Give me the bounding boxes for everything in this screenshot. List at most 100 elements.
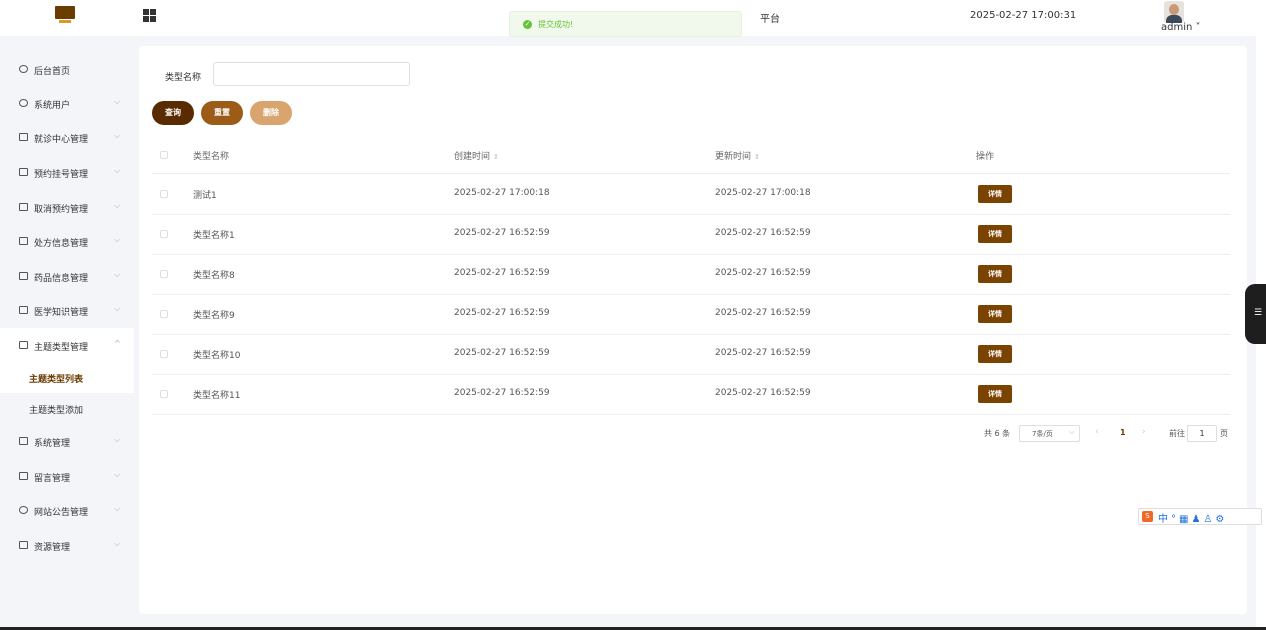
cell-updated: 2025-02-27 16:52:59	[715, 268, 811, 278]
pagination-total: 共 6 条	[984, 429, 1011, 438]
sidebar-item-label: 后台首页	[34, 67, 71, 77]
sidebar-item-label: 资源管理	[34, 543, 71, 553]
column-header-created[interactable]: 创建时间 ⇕	[454, 149, 499, 162]
detail-button[interactable]: 详情	[978, 265, 1012, 283]
reset-button[interactable]: 重置	[201, 101, 243, 125]
cell-type-name: 类型名称10	[193, 351, 241, 361]
goto-page-input[interactable]: 1	[1187, 425, 1217, 442]
cell-type-name: 类型名称8	[193, 271, 235, 281]
table-row: 类型名称8 2025-02-27 16:52:59 2025-02-27 16:…	[152, 254, 1230, 295]
detail-button[interactable]: 详情	[978, 345, 1012, 363]
page-size-value: 7条/页	[1032, 430, 1053, 438]
table-header: 类型名称 创建时间 ⇕ 更新时间 ⇕ 操作	[152, 136, 1230, 174]
chevron-down-icon: ⌵	[114, 201, 121, 210]
table-row: 类型名称1 2025-02-27 16:52:59 2025-02-27 16:…	[152, 214, 1230, 255]
sidebar-subitem-label: 主题类型添加	[29, 406, 84, 416]
user-icon	[19, 99, 28, 107]
sidebar-item-announcements[interactable]: 网站公告管理 ⌵	[0, 493, 134, 527]
box-icon	[19, 472, 28, 480]
row-checkbox[interactable]	[160, 350, 168, 358]
delete-button[interactable]: 删除	[250, 101, 292, 125]
page-size-select[interactable]: 7条/页 ⌵	[1019, 425, 1080, 442]
sidebar-item-system-management[interactable]: 系统管理 ⌵	[0, 424, 134, 458]
folder-icon	[19, 133, 28, 141]
sidebar-subitem-topic-type-list[interactable]: 主题类型列表	[0, 362, 134, 393]
cell-updated: 2025-02-27 16:52:59	[715, 348, 811, 358]
cell-updated: 2025-02-27 16:52:59	[715, 388, 811, 398]
detail-button[interactable]: 详情	[978, 185, 1012, 203]
chevron-down-icon: ⌵	[114, 270, 121, 279]
sidebar-item-topic-type[interactable]: 主题类型管理 ^	[0, 328, 134, 362]
sidebar-subitem-topic-type-add[interactable]: 主题类型添加	[0, 393, 134, 424]
chevron-down-icon: ⌵	[114, 131, 121, 140]
sidebar-item-medical-knowledge[interactable]: 医学知识管理 ⌵	[0, 293, 134, 327]
menu-grid-icon[interactable]	[143, 9, 156, 22]
sidebar-item-resources[interactable]: 资源管理 ⌵	[0, 528, 134, 562]
sidebar-item-appointment[interactable]: 预约挂号管理 ⌵	[0, 155, 134, 189]
ime-tools-icons: 中°▦♟♙⚙	[1158, 514, 1228, 525]
sidebar-item-home[interactable]: 后台首页	[0, 52, 134, 86]
column-header-actions: 操作	[976, 152, 995, 162]
side-drawer-tab[interactable]: ☰	[1245, 284, 1266, 344]
chest-icon	[19, 541, 28, 549]
sidebar-item-messages[interactable]: 留言管理 ⌵	[0, 459, 134, 493]
cell-type-name: 测试1	[193, 191, 217, 201]
sidebar-item-medicine[interactable]: 药品信息管理 ⌵	[0, 259, 134, 293]
detail-button[interactable]: 详情	[978, 225, 1012, 243]
row-checkbox[interactable]	[160, 190, 168, 198]
ime-toolbar[interactable]: S 中°▦♟♙⚙	[1138, 508, 1262, 525]
folder-icon	[19, 203, 28, 211]
sidebar: 后台首页 系统用户 ⌵ 就诊中心管理 ⌵ 预约挂号管理 ⌵ 取消预约管理 ⌵ 处…	[0, 44, 134, 630]
sidebar-item-cancel-appointment[interactable]: 取消预约管理 ⌵	[0, 190, 134, 224]
prev-page-button[interactable]: ‹	[1095, 427, 1099, 437]
sidebar-item-prescription[interactable]: 处方信息管理 ⌵	[0, 224, 134, 258]
clock-icon	[19, 65, 28, 73]
detail-button[interactable]: 详情	[978, 305, 1012, 323]
table-row: 类型名称10 2025-02-27 16:52:59 2025-02-27 16…	[152, 334, 1230, 375]
row-checkbox[interactable]	[160, 390, 168, 398]
chevron-down-icon: ⌵	[114, 435, 121, 444]
cell-created: 2025-02-27 16:52:59	[454, 388, 550, 398]
folder-icon	[19, 237, 28, 245]
folder-icon	[19, 341, 28, 349]
user-menu[interactable]: admin ˅	[1161, 22, 1201, 33]
sidebar-item-label: 药品信息管理	[34, 274, 89, 284]
page-suffix: 页	[1220, 429, 1228, 438]
current-page[interactable]: 1	[1120, 428, 1126, 437]
type-name-search-input[interactable]	[213, 62, 410, 86]
row-checkbox[interactable]	[160, 230, 168, 238]
detail-button[interactable]: 详情	[978, 385, 1012, 403]
column-header-updated[interactable]: 更新时间 ⇕	[715, 149, 760, 162]
chevron-up-icon: ^	[114, 339, 121, 348]
check-circle-icon: ✓	[523, 20, 532, 29]
column-header-label: 更新时间	[715, 152, 752, 162]
folder-icon	[19, 306, 28, 314]
next-page-button[interactable]: ›	[1142, 427, 1146, 437]
folder-icon	[19, 272, 28, 280]
sort-icon[interactable]: ⇕	[493, 153, 499, 161]
folder-icon	[19, 168, 28, 176]
chevron-down-icon: ⌵	[114, 235, 121, 244]
sidebar-item-label: 主题类型管理	[34, 343, 89, 353]
sort-icon[interactable]: ⇕	[754, 153, 760, 161]
cell-created: 2025-02-27 16:52:59	[454, 348, 550, 358]
query-button[interactable]: 查询	[152, 101, 194, 125]
select-all-checkbox[interactable]	[160, 151, 168, 159]
sun-icon	[19, 506, 28, 514]
monitor-logo-icon	[55, 6, 75, 24]
avatar[interactable]	[1164, 1, 1184, 23]
sidebar-item-label: 就诊中心管理	[34, 135, 89, 145]
chevron-down-icon: ⌵	[1069, 428, 1075, 436]
cell-updated: 2025-02-27 17:00:18	[715, 188, 811, 198]
cell-updated: 2025-02-27 16:52:59	[715, 228, 811, 238]
table-row: 类型名称9 2025-02-27 16:52:59 2025-02-27 16:…	[152, 294, 1230, 335]
table-row: 类型名称11 2025-02-27 16:52:59 2025-02-27 16…	[152, 374, 1230, 415]
row-checkbox[interactable]	[160, 310, 168, 318]
sidebar-item-clinic-center[interactable]: 就诊中心管理 ⌵	[0, 120, 134, 154]
sidebar-item-system-users[interactable]: 系统用户 ⌵	[0, 86, 134, 120]
row-checkbox[interactable]	[160, 270, 168, 278]
list-icon: ☰	[1254, 308, 1263, 318]
sidebar-subitem-label: 主题类型列表	[29, 375, 84, 385]
chevron-down-icon: ⌵	[114, 304, 121, 313]
table-row: 测试1 2025-02-27 17:00:18 2025-02-27 17:00…	[152, 174, 1230, 215]
